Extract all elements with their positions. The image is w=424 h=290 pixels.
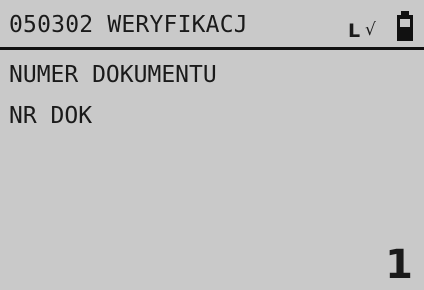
page-number: 1 [385, 242, 413, 288]
battery-icon [395, 11, 415, 41]
check-icon: √ [365, 20, 376, 40]
status-indicator-l: L [348, 20, 361, 42]
document-number-label: NUMER DOKUMENTU [9, 62, 217, 88]
screen-title: 050302 WERYFIKACJ [9, 12, 248, 38]
document-number-short-label: NR DOK [9, 103, 93, 129]
header-divider [0, 47, 424, 50]
terminal-screen: 050302 WERYFIKACJ L √ NUMER DOKUMENTU NR… [0, 0, 424, 290]
header-bar: 050302 WERYFIKACJ L √ [0, 0, 424, 47]
